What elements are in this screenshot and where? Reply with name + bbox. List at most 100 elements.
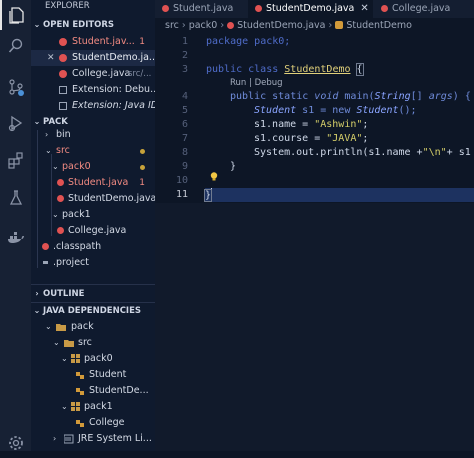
code-line-6: s1.name = "Ashwin"; <box>254 119 369 130</box>
line-number: 4 <box>181 91 188 102</box>
open-editors-header[interactable]: ⌄ OPEN EDITORS <box>31 17 155 33</box>
editor-tab-bar: Student.java StudentDemo.java ✕ College.j… <box>155 0 474 18</box>
tree-item-project[interactable]: .project <box>31 255 155 271</box>
run-debug-codelens[interactable]: Run | Debug <box>230 78 283 88</box>
outline-header[interactable]: › OUTLINE <box>31 286 155 302</box>
line-number: 1 <box>181 36 188 47</box>
classpath-file-icon <box>42 243 49 250</box>
settings-gear-icon[interactable] <box>0 428 31 458</box>
tree-item-label: College.java <box>68 225 127 236</box>
tree-item-classpath[interactable]: .classpath <box>31 239 155 255</box>
java-file-icon <box>57 195 64 202</box>
extensions-icon[interactable] <box>0 145 31 175</box>
open-editor-studentdemo[interactable]: ✕ StudentDemo.ja... <box>31 50 155 66</box>
open-editor-extension-debugger[interactable]: Extension: Debu... <box>31 82 155 98</box>
close-icon[interactable]: ✕ <box>47 50 55 66</box>
tree-item-college-java[interactable]: College.java <box>31 223 155 239</box>
java-dependencies-header[interactable]: ⌄ JAVA DEPENDENCIES <box>31 303 155 319</box>
text-cursor <box>211 188 213 200</box>
java-file-icon <box>57 227 64 234</box>
tree-item-label: pack0 <box>62 161 91 172</box>
chevron-down-icon: ⌄ <box>52 162 59 171</box>
code-line-3: public class StudentDemo { <box>206 63 364 76</box>
editor-empty-area <box>155 203 474 451</box>
tab-label: Student.java <box>173 3 234 14</box>
tab-student-java[interactable]: Student.java <box>155 0 247 18</box>
tree-item-src[interactable]: ⌄ src <box>31 143 155 159</box>
java-file-icon <box>255 5 262 12</box>
tree-item-studentdemo-java[interactable]: StudentDemo.java <box>31 191 155 207</box>
tree-item-student-java[interactable]: Student.java 1 <box>31 175 155 191</box>
tree-item-label: .classpath <box>53 241 102 252</box>
docker-icon[interactable] <box>0 222 31 252</box>
tab-college-java[interactable]: College.java <box>374 0 474 18</box>
problem-count-badge: 1 <box>139 37 145 47</box>
tree-item-bin[interactable]: › bin <box>31 127 155 143</box>
explorer-icon[interactable] <box>0 0 31 30</box>
open-editor-student[interactable]: Student.jav... 1 <box>31 34 155 50</box>
tree-item-label: pack0 <box>84 353 113 364</box>
code-line-11: } <box>203 188 474 202</box>
open-editor-label: Extension: Java IDE <box>72 100 155 111</box>
breadcrumb-item[interactable]: StudentDemo <box>346 20 412 31</box>
chevron-down-icon: ⌄ <box>61 402 68 411</box>
tree-item-label: .project <box>53 257 89 268</box>
testing-icon[interactable] <box>0 183 31 213</box>
dep-item-college[interactable]: College <box>31 415 155 431</box>
chevron-down-icon: ⌄ <box>45 322 52 331</box>
source-control-icon[interactable] <box>0 72 31 102</box>
breadcrumb-item[interactable]: pack0 <box>189 20 218 31</box>
breadcrumb-item[interactable]: StudentDemo.java <box>237 20 325 31</box>
dep-item-student[interactable]: Student <box>31 367 155 383</box>
tab-label: StudentDemo.java <box>266 3 355 14</box>
library-icon <box>64 434 74 444</box>
dep-item-pack[interactable]: ⌄ pack <box>31 319 155 335</box>
chevron-down-icon: ⌄ <box>33 20 41 29</box>
open-editor-label: Student.jav... <box>72 36 135 47</box>
tree-item-pack0[interactable]: ⌄ pack0 <box>31 159 155 175</box>
package-icon <box>71 402 80 411</box>
close-icon[interactable]: ✕ <box>360 3 368 14</box>
java-file-icon <box>381 5 388 12</box>
dep-item-pack1[interactable]: ⌄ pack1 <box>31 399 155 415</box>
open-editor-path: src/... <box>128 69 152 79</box>
line-number: 8 <box>181 147 188 158</box>
extension-page-icon <box>59 102 67 110</box>
open-editor-college[interactable]: College.java src/... <box>31 66 155 82</box>
dep-item-jre[interactable]: › JRE System Li... <box>31 431 155 447</box>
source-folder-icon <box>64 340 74 347</box>
pack-title: PACK <box>43 117 68 127</box>
java-file-icon <box>162 5 169 12</box>
settings-file-icon <box>43 261 48 264</box>
tree-item-pack1[interactable]: ⌄ pack1 <box>31 207 155 223</box>
line-number: 2 <box>181 50 188 61</box>
line-number: 3 <box>181 64 188 75</box>
line-number: 6 <box>181 119 188 130</box>
tree-item-label: JRE System Li... <box>78 433 152 444</box>
tab-studentdemo-java[interactable]: StudentDemo.java ✕ <box>248 0 373 18</box>
extension-page-icon <box>59 86 67 94</box>
open-editor-extension-java-ide[interactable]: Extension: Java IDE <box>31 98 155 114</box>
code-editor[interactable]: 1 2 3 4 5 6 7 8 9 10 11 package pack0; p… <box>155 33 474 203</box>
tree-item-label: pack1 <box>62 209 91 220</box>
line-number: 11 <box>175 189 188 200</box>
tree-item-label: bin <box>56 129 71 140</box>
java-file-icon <box>227 22 235 29</box>
tree-item-label: College <box>89 417 125 428</box>
dep-item-pack0[interactable]: ⌄ pack0 <box>31 351 155 367</box>
tab-label: College.java <box>392 3 451 14</box>
open-editor-label: StudentDemo.ja... <box>72 52 155 63</box>
run-debug-icon[interactable] <box>0 108 31 138</box>
chevron-down-icon: ⌄ <box>45 146 52 155</box>
open-editor-label: College.java <box>72 68 131 79</box>
activity-bar <box>0 0 31 451</box>
line-number: 10 <box>175 175 188 186</box>
search-icon[interactable] <box>0 31 31 61</box>
java-file-icon <box>59 70 67 78</box>
java-file-icon <box>57 179 64 186</box>
dep-item-src[interactable]: ⌄ src <box>31 335 155 351</box>
breadcrumb-item[interactable]: src <box>165 20 179 31</box>
lightbulb-icon[interactable] <box>210 172 218 181</box>
dep-item-studentdemo[interactable]: StudentDe... <box>31 383 155 399</box>
class-icon <box>76 420 84 427</box>
